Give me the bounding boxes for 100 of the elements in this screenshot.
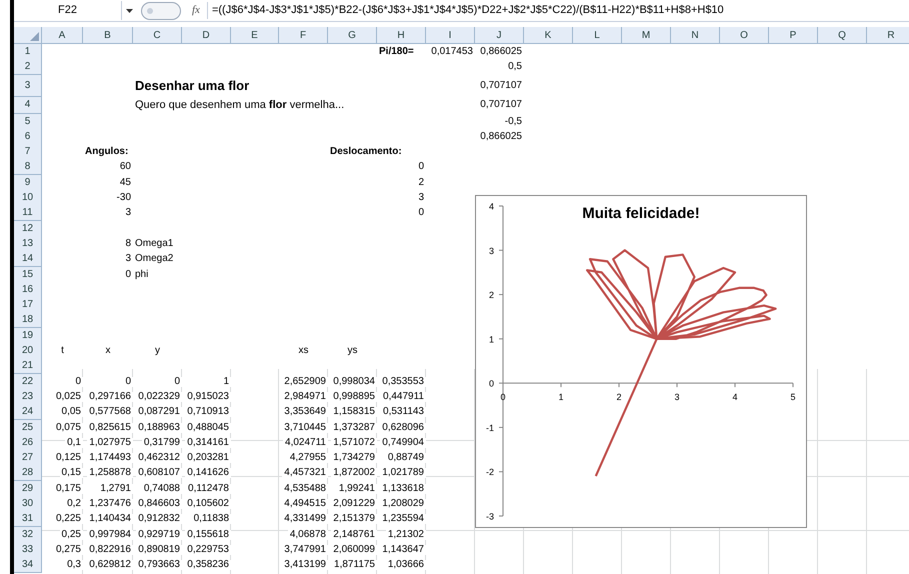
- cell-text: 0,628096: [380, 422, 426, 433]
- column-header[interactable]: O: [720, 27, 769, 44]
- cell-text: 8: [123, 238, 133, 249]
- cell-text: 0,997984: [87, 530, 133, 540]
- row-header[interactable]: 19: [14, 328, 42, 344]
- column-header[interactable]: H: [377, 27, 426, 44]
- row-header[interactable]: 8: [14, 159, 42, 176]
- cell-text: 0,88749: [386, 453, 426, 464]
- row-header[interactable]: 13: [14, 236, 42, 252]
- row-header[interactable]: 5: [14, 114, 42, 130]
- column-header[interactable]: G: [328, 27, 377, 44]
- row-header[interactable]: 3: [14, 74, 42, 97]
- row-header[interactable]: 4: [14, 96, 42, 114]
- row-header[interactable]: 30: [14, 496, 42, 512]
- cell-text: 45: [118, 178, 133, 188]
- column-header[interactable]: I: [426, 27, 475, 44]
- row-header[interactable]: 7: [14, 144, 42, 160]
- column-header[interactable]: E: [231, 27, 279, 44]
- cell-text: 1,99241: [336, 484, 377, 494]
- cell-text: 0: [416, 208, 426, 218]
- cell-text: 0,577568: [87, 407, 133, 418]
- cell-text: 0,915023: [185, 392, 231, 402]
- y-tick-label: -2: [486, 467, 494, 478]
- column-header[interactable]: N: [671, 27, 720, 44]
- x-tick-label: 2: [616, 392, 622, 402]
- row-header[interactable]: 9: [14, 174, 42, 191]
- row-header[interactable]: 28: [14, 465, 42, 482]
- column-header[interactable]: Q: [818, 27, 867, 44]
- row-header[interactable]: 10: [14, 190, 42, 206]
- column-header[interactable]: A: [42, 27, 83, 44]
- cell-text: 4,331499: [282, 514, 328, 524]
- column-header[interactable]: B: [83, 27, 133, 44]
- column-header[interactable]: R: [867, 27, 909, 44]
- select-all-icon[interactable]: [30, 32, 39, 41]
- row-header[interactable]: 27: [14, 450, 42, 466]
- cell-text: 0,447911: [381, 392, 426, 402]
- row-header[interactable]: 29: [14, 480, 42, 497]
- y-tick-label: -3: [486, 512, 494, 522]
- zoom-knob-icon[interactable]: [141, 2, 181, 20]
- row-header[interactable]: 21: [14, 358, 42, 374]
- row-header[interactable]: 31: [14, 511, 42, 528]
- row-header[interactable]: 24: [14, 404, 42, 420]
- column-header[interactable]: L: [573, 27, 622, 44]
- column-header[interactable]: C: [133, 27, 182, 44]
- cell-text: 60: [118, 162, 133, 172]
- cell-text: 0,912832: [136, 514, 182, 524]
- row-header[interactable]: 32: [14, 526, 42, 543]
- row-header[interactable]: 23: [14, 388, 42, 405]
- cell-text: 0,707107: [478, 100, 524, 110]
- row-header[interactable]: 18: [14, 312, 42, 328]
- cell-text: Pi/180=: [377, 47, 416, 57]
- row-header[interactable]: 1: [14, 44, 42, 60]
- cell-text: Angulos:: [83, 147, 130, 158]
- cell-text: 1,734279: [331, 453, 377, 464]
- column-header[interactable]: J: [475, 27, 524, 44]
- cell-text: 3: [123, 254, 133, 264]
- cell-text: Omega1: [133, 238, 176, 249]
- cell-text: 0,141626: [185, 468, 231, 478]
- cell-text: 1,21302: [386, 530, 426, 540]
- formula-text[interactable]: =((J$6*J$4-J$3*J$1*J$5)*B22-(J$6*J$3+J$1*J$4*J$5)*D22+J$2*J$5*C22)/(B$11-H22)*B$11+H$8+H$10: [206, 2, 724, 19]
- cell-text: 0,275: [54, 544, 83, 555]
- cell-text: 0,203281: [185, 453, 231, 464]
- row-header[interactable]: 15: [14, 266, 42, 283]
- row-header[interactable]: 14: [14, 251, 42, 268]
- row-header[interactable]: 33: [14, 542, 42, 558]
- column-header[interactable]: D: [182, 27, 231, 44]
- name-box[interactable]: F22: [14, 1, 122, 20]
- cell-text: 2,652909: [282, 376, 328, 387]
- cell-text: 0,314161: [185, 438, 231, 448]
- cell-text: xs: [296, 346, 310, 356]
- column-header[interactable]: K: [524, 27, 573, 44]
- column-header[interactable]: M: [622, 27, 671, 44]
- cell-text: 0: [416, 162, 426, 172]
- row-header[interactable]: 6: [14, 128, 42, 145]
- y-tick-label: 2: [488, 290, 494, 300]
- row-header[interactable]: 34: [14, 557, 42, 574]
- row-header[interactable]: 16: [14, 282, 42, 298]
- cell-text: 0,890819: [136, 544, 182, 555]
- row-header[interactable]: 25: [14, 420, 42, 436]
- row-header[interactable]: 20: [14, 343, 42, 360]
- cell-text: 0,998895: [331, 392, 377, 402]
- cell-text: 0: [123, 270, 133, 280]
- cell-text: 4,535488: [282, 484, 328, 494]
- row-header[interactable]: 22: [14, 374, 42, 390]
- cell-text: 0,225: [54, 514, 83, 524]
- caret-icon[interactable]: [126, 8, 133, 12]
- cell-text: 0,707107: [478, 80, 524, 91]
- row-header[interactable]: 12: [14, 220, 42, 237]
- cell-text: 0,5: [506, 62, 524, 72]
- cell-text: -30: [114, 193, 133, 204]
- column-header[interactable]: F: [279, 27, 328, 44]
- note-text: Quero que desenhem uma flor vermelha...: [133, 100, 346, 111]
- row-header[interactable]: 2: [14, 59, 42, 76]
- row-header[interactable]: 26: [14, 434, 42, 451]
- column-header[interactable]: P: [769, 27, 818, 44]
- cell-text: 0,929719: [136, 530, 182, 540]
- function-label[interactable]: fx: [189, 2, 203, 19]
- row-header[interactable]: 17: [14, 297, 42, 314]
- row-header[interactable]: 11: [14, 205, 42, 222]
- cell-text: 0,629812: [87, 560, 133, 570]
